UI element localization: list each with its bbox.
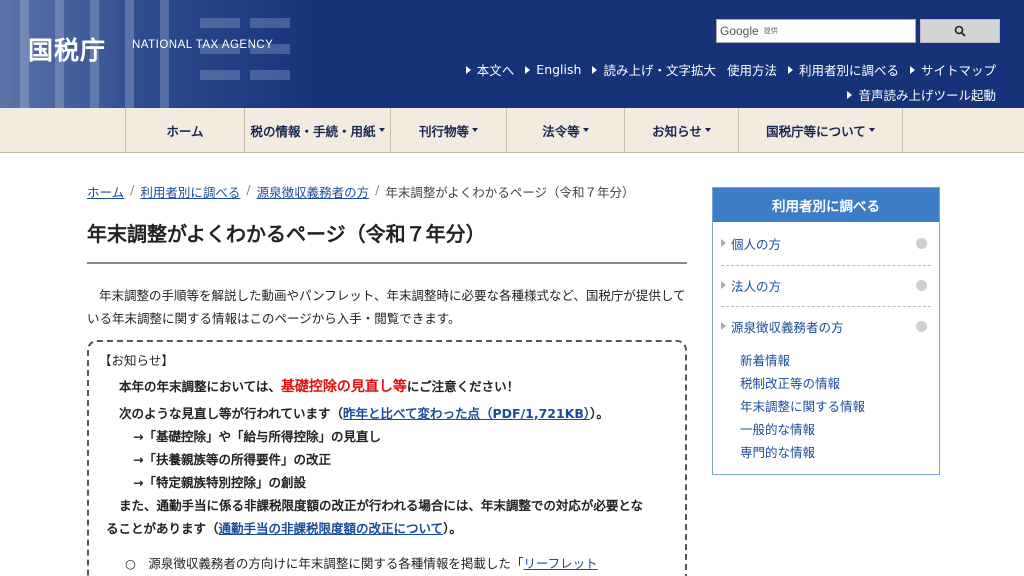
notice-box: 【お知らせ】 本年の年末調整においては、基礎控除の見直し等にご注意ください！ 次… <box>87 340 687 576</box>
search-icon <box>954 25 966 37</box>
sidebar-item-corporation[interactable]: 法人の方 <box>721 265 931 305</box>
caret-down-icon <box>472 128 478 132</box>
sidebar-item-individual[interactable]: 個人の方 <box>721 223 931 263</box>
nav-tax-info[interactable]: 税の情報・手続・用紙 <box>245 108 391 152</box>
arrow-right-icon <box>721 239 726 247</box>
breadcrumb-separator: / <box>246 182 251 197</box>
sidebar-sub-year-end[interactable]: 年末調整に関する情報 <box>740 396 865 415</box>
util-link-by-user[interactable]: 利用者別に調べる <box>787 60 899 79</box>
nav-publications[interactable]: 刊行物等 <box>391 108 507 152</box>
arrow-right-icon <box>847 90 853 99</box>
caret-down-icon <box>582 128 589 132</box>
arrow-right-icon <box>909 65 915 74</box>
notice-arrow-3: →「特定親族特別控除」の創設 <box>133 475 306 490</box>
notice-line-1: 本年の年末調整においては、基礎控除の見直し等にご注意ください！ <box>119 379 520 395</box>
util-link-english[interactable]: English <box>525 60 581 79</box>
util-link-how-to-use[interactable]: 使用方法 <box>727 60 777 79</box>
arrow-right-icon <box>721 281 726 289</box>
search-button[interactable] <box>920 19 1000 43</box>
breadcrumb-by-user[interactable]: 利用者別に調べる <box>140 182 240 201</box>
circle-icon <box>916 279 927 291</box>
caret-down-icon <box>868 128 875 132</box>
agency-name: NATIONAL TAX AGENCY <box>132 39 274 51</box>
intro-text: 年末調整の手順等を解説した動画やパンフレット、年末調整時に必要な各種様式など、国… <box>87 288 686 326</box>
voice-tool-link-wrap: 音声読み上げツール起動 <box>847 85 996 104</box>
caret-down-icon <box>704 128 711 132</box>
notice-line-7: ることがあります（通勤手当の非課税限度額の改正について）。 <box>106 521 462 536</box>
breadcrumb-home[interactable]: ホーム <box>87 182 124 201</box>
voice-tool-link[interactable]: 音声読み上げツール起動 <box>847 85 996 104</box>
notice-arrow-2: →「扶養親族等の所得要件」の改正 <box>133 452 331 467</box>
arrow-right-icon <box>525 65 531 74</box>
sidebar-sub-tax-reform[interactable]: 税制改正等の情報 <box>740 373 840 392</box>
nav-laws[interactable]: 法令等 <box>507 108 625 152</box>
commute-allowance-link[interactable]: 通勤手当の非課税限度額の改正について <box>219 521 444 536</box>
global-nav-items: ホーム 税の情報・手続・用紙 刊行物等 法令等 お知らせ 国税庁等について <box>125 108 903 152</box>
util-link-main-content[interactable]: 本文へ <box>465 60 514 79</box>
arrow-right-icon <box>787 65 793 74</box>
breadcrumb-current: 年末調整がよくわかるページ（令和７年分） <box>385 185 635 200</box>
sidebar-title: 利用者別に調べる <box>713 188 939 222</box>
breadcrumb-separator: / <box>130 182 135 197</box>
sidebar-item-withholding[interactable]: 源泉徴収義務者の方 <box>721 306 931 346</box>
sidebar-sub-new[interactable]: 新着情報 <box>740 350 790 369</box>
leaflet-link[interactable]: リーフレット <box>523 556 597 571</box>
circle-icon <box>916 237 927 249</box>
breadcrumb-withholding[interactable]: 源泉徴収義務者の方 <box>257 182 370 201</box>
breadcrumb-separator: / <box>375 182 380 197</box>
sidebar-sub-professional[interactable]: 専門的な情報 <box>740 442 815 461</box>
notice-line-6: また、通勤手当に係る非課税限度額の改正が行われる場合には、年末調整での対応が必要… <box>119 498 644 513</box>
util-link-sitemap[interactable]: サイトマップ <box>909 60 996 79</box>
google-label: Google <box>720 24 759 38</box>
page-title: 年末調整がよくわかるページ（令和７年分） <box>87 222 486 246</box>
nav-notices[interactable]: お知らせ <box>625 108 739 152</box>
global-nav: ホーム 税の情報・手続・用紙 刊行物等 法令等 お知らせ 国税庁等について <box>0 108 1024 153</box>
notice-bullet: ○ 源泉徴収義務者の方向けに年末調整に関する各種情報を掲載した「リーフレット <box>125 556 598 571</box>
provided-label: 提供 <box>763 27 778 35</box>
arrow-right-icon <box>721 322 726 330</box>
nav-about[interactable]: 国税庁等について <box>739 108 903 152</box>
notice-label: 【お知らせ】 <box>99 353 174 368</box>
utility-nav: 本文へ English 読み上げ・文字拡大 使用方法 利用者別に調べる サイトマ… <box>465 60 996 79</box>
circle-icon <box>916 320 927 332</box>
breadcrumb: ホーム / 利用者別に調べる / 源泉徴収義務者の方 / 年末調整がよくわかるペ… <box>87 182 634 201</box>
nav-home[interactable]: ホーム <box>126 108 245 152</box>
site-header: 国税庁 NATIONAL TAX AGENCY Google 提供 本文へ En… <box>0 0 1024 108</box>
sidebar: 利用者別に調べる 個人の方 法人の方 源泉徴収義務者の方 新着情報 税制改正等の… <box>712 187 940 475</box>
util-link-read-aloud[interactable]: 読み上げ・文字拡大 <box>592 60 716 79</box>
search-input[interactable]: Google 提供 <box>716 19 916 43</box>
notice-line-2: 次のような見直し等が行われています（昨年と比べて変わった点（PDF/1,721K… <box>119 406 609 421</box>
notice-arrow-1: →「基礎控除」や「給与所得控除」の見直し <box>133 429 381 444</box>
site-logo[interactable]: 国税庁 <box>28 31 106 67</box>
arrow-right-icon <box>592 65 598 74</box>
arrow-right-icon <box>465 65 471 74</box>
caret-down-icon <box>378 128 385 132</box>
changes-pdf-link[interactable]: 昨年と比べて変わった点（PDF/1,721KB） <box>343 406 590 421</box>
title-divider <box>87 262 687 264</box>
sidebar-sub-general[interactable]: 一般的な情報 <box>740 419 815 438</box>
